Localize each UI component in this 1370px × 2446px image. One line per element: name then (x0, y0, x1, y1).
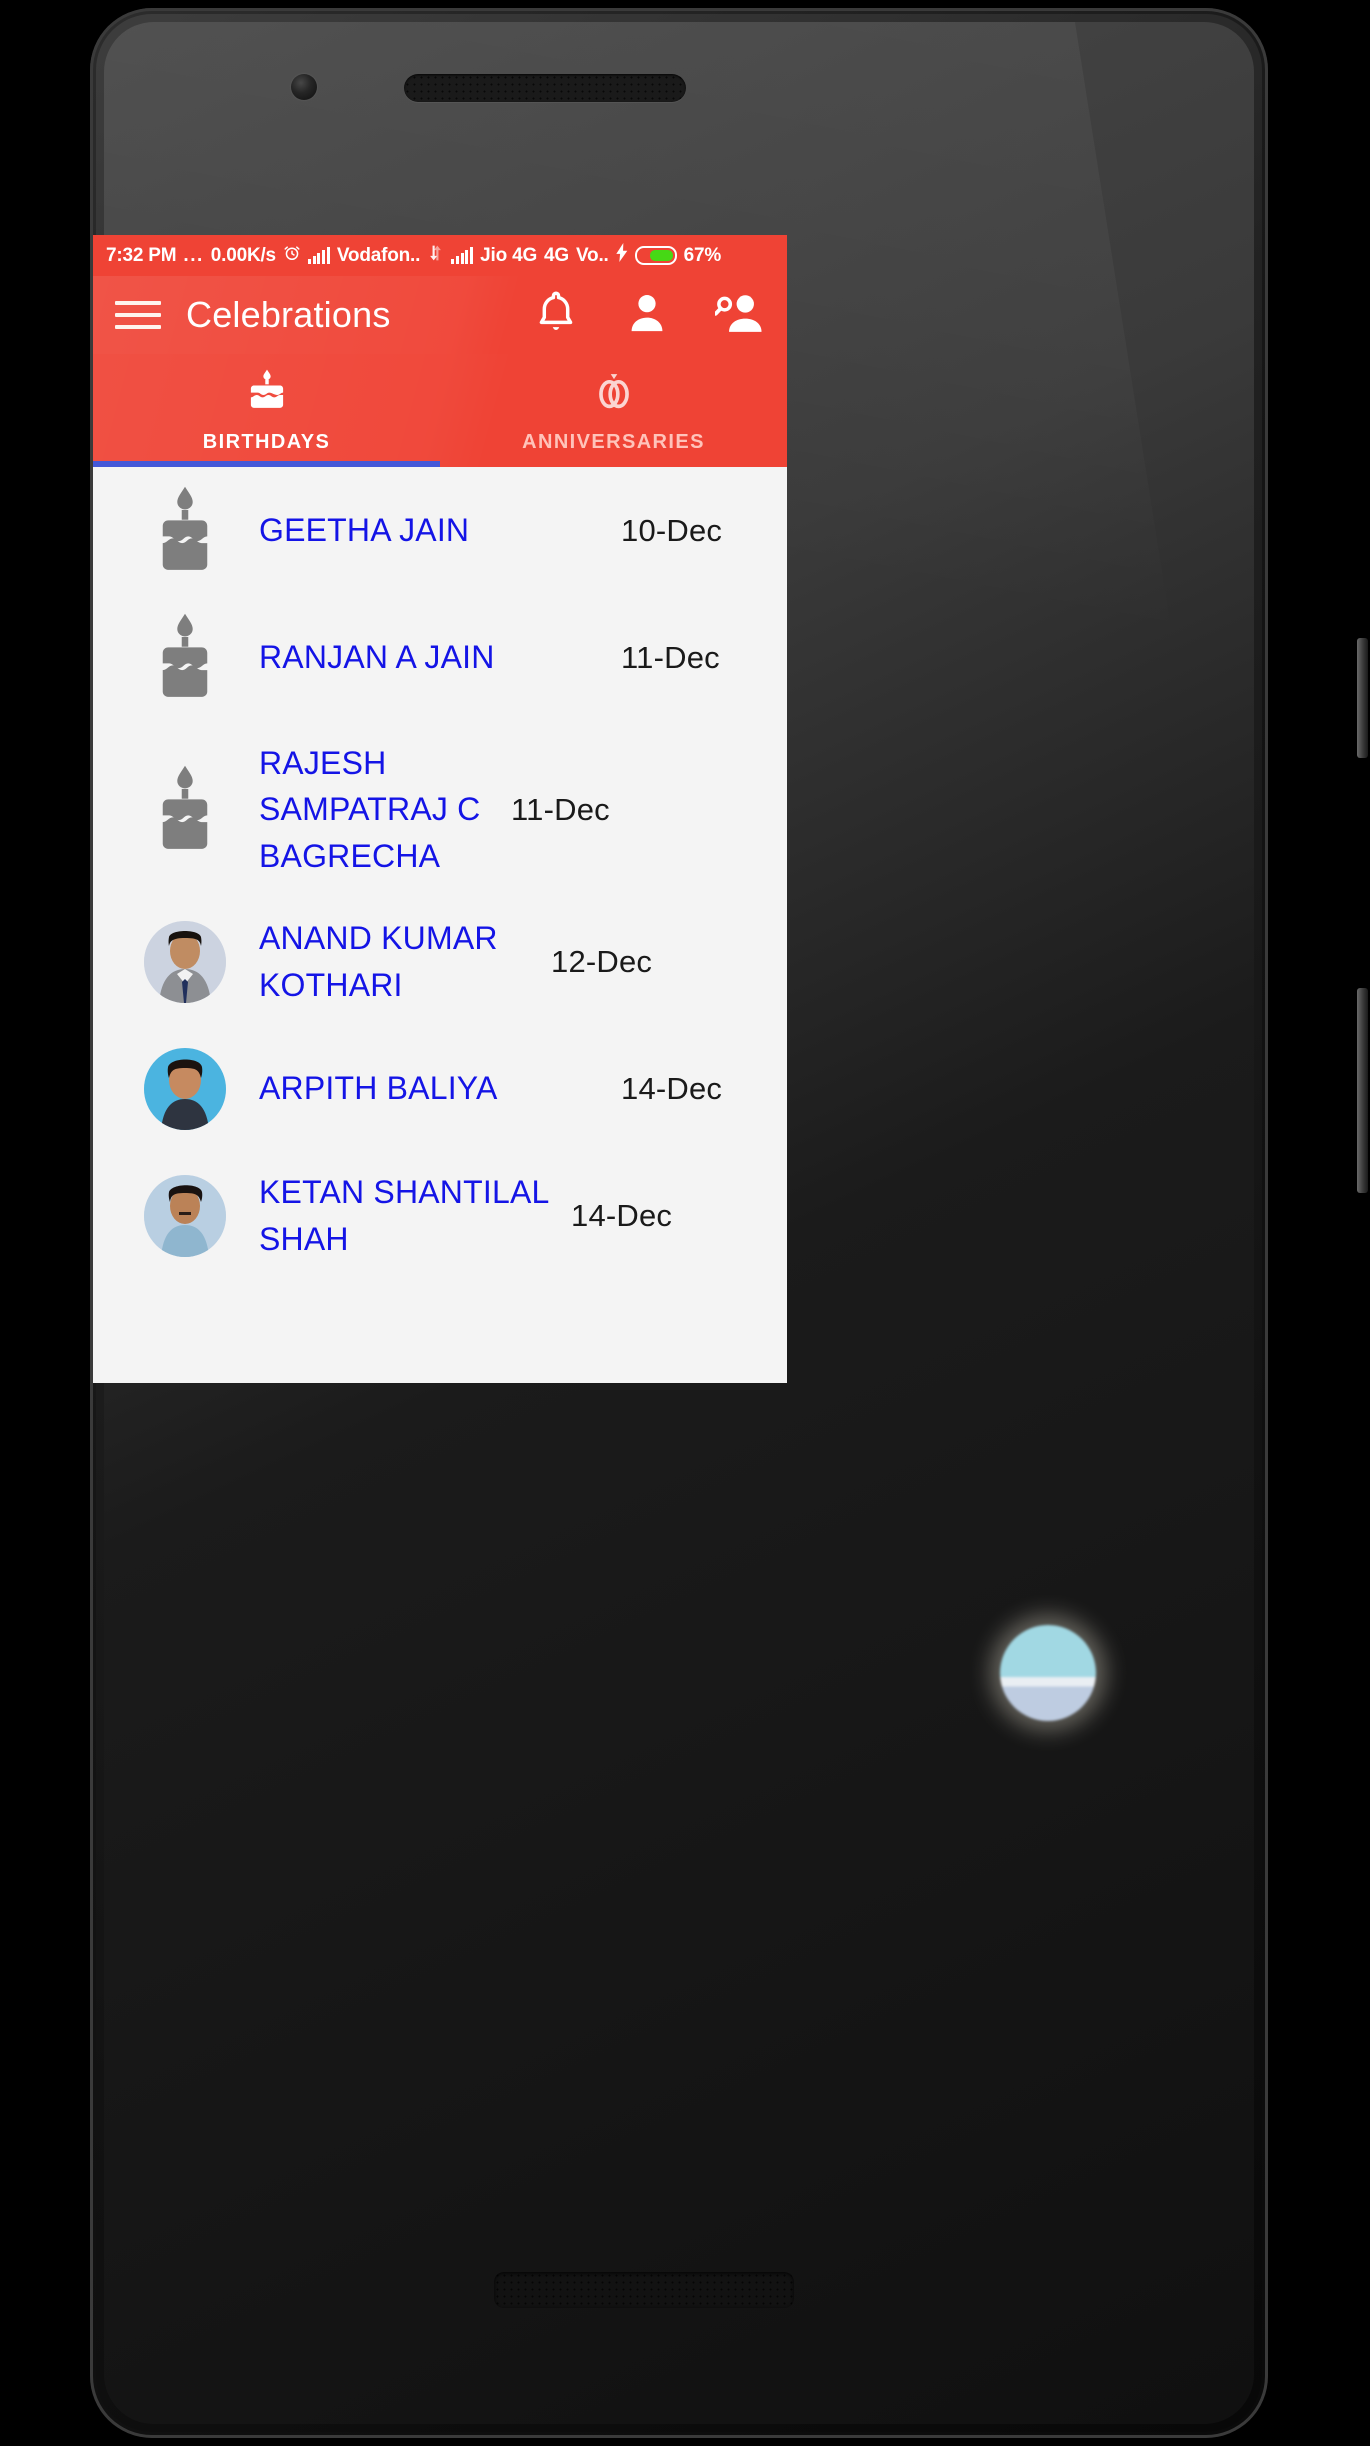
status-bar: 7:32 PM ... 0.00K/s Vodafon.. Jio 4G 4G … (93, 235, 787, 276)
wedding-rings-icon (591, 368, 637, 421)
battery-percent-label: 67% (683, 245, 722, 266)
front-camera-icon (291, 74, 317, 100)
avatar (144, 1174, 226, 1257)
volte-indicator: Vo.. (575, 245, 609, 266)
avatar (144, 1047, 226, 1130)
row-avatar (143, 485, 227, 577)
volume-button[interactable] (1357, 988, 1368, 1193)
network-speed-text: 0.00K/s (210, 245, 276, 266)
table-row[interactable]: ANAND KUMAR KOTHARI 12-Dec (93, 898, 787, 1025)
birthday-cake-icon (162, 765, 208, 849)
power-button[interactable] (1357, 638, 1368, 758)
phone-screen: 7:32 PM ... 0.00K/s Vodafon.. Jio 4G 4G … (93, 235, 787, 1383)
birthday-cake-icon (162, 613, 208, 697)
table-row[interactable]: GEETHA JAIN 10-Dec (93, 467, 787, 594)
signal-bars-icon-sim2 (451, 247, 474, 264)
table-row[interactable]: KETAN SHANTILAL SHAH 14-Dec (93, 1152, 787, 1279)
row-name: KETAN SHANTILAL SHAH (259, 1174, 549, 1257)
carrier-name-sim1: Vodafon.. (336, 245, 421, 266)
table-row[interactable]: RAJESH SAMPATRAJ C BAGRECHA 11-Dec (93, 721, 787, 898)
table-row[interactable]: ARPITH BALIYA 14-Dec (93, 1025, 787, 1152)
tab-bar: BIRTHDAYS ANNIVERSARIES (93, 354, 787, 467)
status-bar-clock: 7:32 PM (106, 245, 177, 266)
row-date: 11-Dec (511, 791, 610, 827)
row-name: ARPITH BALIYA (259, 1070, 498, 1107)
avatar (144, 920, 226, 1003)
row-name: ANAND KUMAR KOTHARI (259, 920, 498, 1003)
app-bar-actions (533, 289, 763, 342)
account-person-icon[interactable] (625, 289, 669, 342)
tab-anniversaries[interactable]: ANNIVERSARIES (440, 354, 787, 467)
carrier-name-sim2: Jio 4G (480, 245, 538, 266)
tab-anniversaries-label: ANNIVERSARIES (522, 430, 705, 453)
table-row[interactable]: RANJAN A JAIN 11-Dec (93, 594, 787, 721)
page-title: Celebrations (186, 294, 391, 335)
bottom-speaker-grille (494, 2272, 794, 2308)
data-transfer-icon (427, 244, 444, 268)
battery-fill-level (649, 250, 673, 261)
row-name: RANJAN A JAIN (259, 639, 495, 676)
row-avatar (143, 764, 227, 856)
status-bar-overflow-dots: ... (183, 244, 204, 266)
row-date: 12-Dec (551, 943, 653, 979)
row-date: 14-Dec (621, 1070, 723, 1106)
row-avatar (143, 612, 227, 704)
person-search-icon[interactable] (713, 290, 763, 341)
notifications-bell-icon[interactable] (533, 289, 579, 342)
hamburger-menu-icon[interactable] (115, 297, 161, 333)
battery-icon (634, 246, 677, 265)
row-date: 10-Dec (621, 512, 723, 548)
signal-bars-icon-sim1 (307, 247, 330, 264)
row-avatar (143, 920, 227, 1003)
tab-birthdays-label: BIRTHDAYS (202, 430, 331, 453)
row-avatar (143, 1174, 227, 1257)
birthday-cake-icon (244, 368, 290, 421)
row-avatar (143, 1047, 227, 1130)
row-name: GEETHA JAIN (259, 512, 470, 549)
row-name: RAJESH SAMPATRAJ C BAGRECHA (259, 744, 481, 874)
tab-active-indicator (93, 461, 440, 467)
tab-birthdays[interactable]: BIRTHDAYS (93, 354, 440, 467)
row-date: 11-Dec (621, 639, 720, 675)
earpiece-speaker-grille (404, 74, 686, 102)
celebrations-list[interactable]: GEETHA JAIN 10-Dec RANJAN A JAIN 11-Dec (93, 467, 787, 1383)
app-bar: Celebrations (93, 276, 787, 354)
alarm-clock-icon (283, 244, 301, 268)
row-date: 14-Dec (571, 1197, 673, 1233)
birthday-cake-icon (162, 486, 208, 570)
network-type-badge: 4G (544, 245, 569, 266)
charging-bolt-icon (615, 243, 628, 268)
